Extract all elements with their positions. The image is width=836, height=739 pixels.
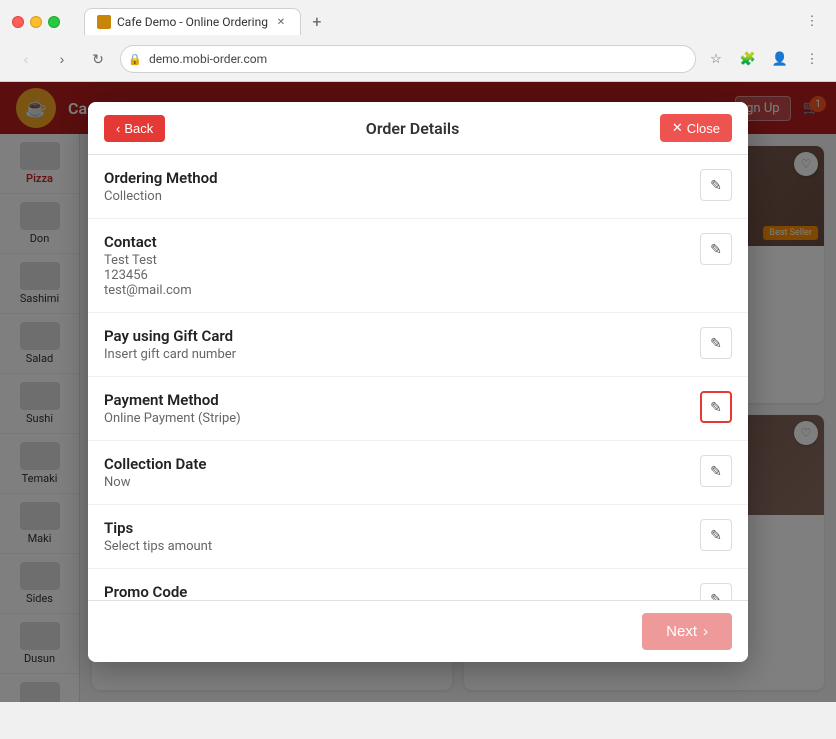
order-details-modal: ‹ Back Order Details ✕ Close Ordering Me… <box>88 102 748 662</box>
tab-title: Cafe Demo - Online Ordering <box>117 15 268 29</box>
ordering-method-value: Collection <box>104 189 700 204</box>
tab-favicon <box>97 15 111 29</box>
collection-date-edit-button[interactable]: ✎ <box>700 455 732 487</box>
ordering-method-label: Ordering Method <box>104 169 700 187</box>
gift-card-label: Pay using Gift Card <box>104 327 700 345</box>
collection-date-label: Collection Date <box>104 455 700 473</box>
back-button[interactable]: ‹ Back <box>104 115 165 142</box>
promo-code-row: Promo Code Insert promo code ✎ <box>88 569 748 600</box>
collection-date-content: Collection Date Now <box>104 455 700 490</box>
tips-edit-button[interactable]: ✎ <box>700 519 732 551</box>
collection-date-row: Collection Date Now ✎ <box>88 441 748 505</box>
close-x-icon: ✕ <box>672 120 683 136</box>
new-tab-button[interactable]: + <box>305 10 329 34</box>
bookmark-icon[interactable]: ☆ <box>704 47 728 71</box>
browser-menu-icon[interactable]: ⋮ <box>800 10 824 34</box>
traffic-light-yellow[interactable] <box>30 16 42 28</box>
contact-row: Contact Test Test123456test@mail.com ✎ <box>88 219 748 313</box>
back-button-label: Back <box>124 121 153 136</box>
tips-value: Select tips amount <box>104 539 700 554</box>
close-button[interactable]: ✕ Close <box>660 114 732 142</box>
gift-card-content: Pay using Gift Card Insert gift card num… <box>104 327 700 362</box>
payment-method-content: Payment Method Online Payment (Stripe) <box>104 391 700 426</box>
payment-method-edit-button[interactable]: ✎ <box>700 391 732 423</box>
profile-icon[interactable]: 👤 <box>768 47 792 71</box>
traffic-light-red[interactable] <box>12 16 24 28</box>
next-button[interactable]: Next › <box>642 613 732 650</box>
next-button-label: Next <box>666 623 697 640</box>
ordering-method-content: Ordering Method Collection <box>104 169 700 204</box>
page-content: ☕ Ca gn Up 🛒 1 Pizza Don <box>0 82 836 702</box>
tips-label: Tips <box>104 519 700 537</box>
reload-button[interactable]: ↻ <box>84 45 112 73</box>
promo-code-content: Promo Code Insert promo code <box>104 583 700 600</box>
lock-icon: 🔒 <box>128 53 142 66</box>
promo-code-label: Promo Code <box>104 583 700 600</box>
gift-card-edit-button[interactable]: ✎ <box>700 327 732 359</box>
next-arrow-icon: › <box>703 623 708 640</box>
back-nav-button[interactable]: ‹ <box>12 45 40 73</box>
payment-method-row: Payment Method Online Payment (Stripe) ✎ <box>88 377 748 441</box>
contact-content: Contact Test Test123456test@mail.com <box>104 233 700 298</box>
browser-settings-icon[interactable]: ⋮ <box>800 47 824 71</box>
collection-date-value: Now <box>104 475 700 490</box>
modal-footer: Next › <box>88 600 748 662</box>
extensions-icon[interactable]: 🧩 <box>736 47 760 71</box>
browser-tab[interactable]: Cafe Demo - Online Ordering ✕ <box>84 8 301 35</box>
modal-overlay: ‹ Back Order Details ✕ Close Ordering Me… <box>0 82 836 702</box>
promo-code-edit-button[interactable]: ✎ <box>700 583 732 600</box>
back-arrow-icon: ‹ <box>116 121 120 136</box>
forward-nav-button[interactable]: › <box>48 45 76 73</box>
payment-method-value: Online Payment (Stripe) <box>104 411 700 426</box>
ordering-method-row: Ordering Method Collection ✎ <box>88 155 748 219</box>
url-text: demo.mobi-order.com <box>149 52 267 66</box>
tips-content: Tips Select tips amount <box>104 519 700 554</box>
browser-chrome: Cafe Demo - Online Ordering ✕ + ⋮ ‹ › ↻ … <box>0 0 836 82</box>
gift-card-value: Insert gift card number <box>104 347 700 362</box>
payment-method-label: Payment Method <box>104 391 700 409</box>
tab-close-button[interactable]: ✕ <box>274 15 288 29</box>
modal-body: Ordering Method Collection ✎ Contact Tes… <box>88 155 748 600</box>
contact-label: Contact <box>104 233 700 251</box>
modal-title: Order Details <box>165 119 660 138</box>
address-bar[interactable]: 🔒 demo.mobi-order.com <box>120 45 696 73</box>
contact-value: Test Test123456test@mail.com <box>104 253 700 298</box>
close-button-label: Close <box>687 121 720 136</box>
tips-row: Tips Select tips amount ✎ <box>88 505 748 569</box>
gift-card-row: Pay using Gift Card Insert gift card num… <box>88 313 748 377</box>
modal-header: ‹ Back Order Details ✕ Close <box>88 102 748 155</box>
traffic-light-green[interactable] <box>48 16 60 28</box>
ordering-method-edit-button[interactable]: ✎ <box>700 169 732 201</box>
contact-edit-button[interactable]: ✎ <box>700 233 732 265</box>
